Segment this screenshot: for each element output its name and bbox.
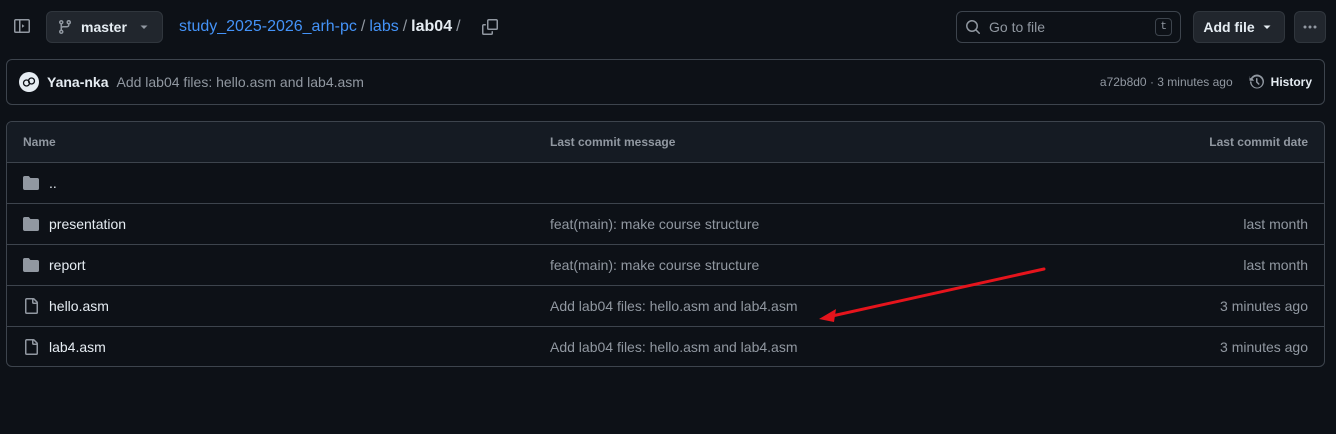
sidebar-expand-icon[interactable]: [12, 16, 32, 36]
repo-toolbar: master study_2025-2026_arh-pc / labs / l…: [0, 0, 1336, 54]
keyboard-shortcut-hint: t: [1155, 18, 1172, 36]
commit-message-link[interactable]: Add lab04 files: hello.asm and lab4.asm: [550, 339, 797, 355]
commit-message-link[interactable]: Add lab04 files: hello.asm and lab4.asm: [550, 298, 797, 314]
branch-name: master: [81, 19, 127, 35]
file-name-link[interactable]: presentation: [49, 216, 126, 232]
go-to-file-search[interactable]: t: [956, 11, 1181, 43]
more-options-button[interactable]: [1294, 11, 1326, 43]
file-name-link[interactable]: hello.asm: [49, 298, 109, 314]
avatar[interactable]: [19, 72, 39, 92]
commit-hash-time[interactable]: a72b8d0 · 3 minutes ago: [1100, 75, 1233, 89]
breadcrumb-separator: /: [402, 18, 408, 35]
breadcrumb-current: lab04: [411, 18, 453, 35]
commit-date: 3 minutes ago: [1220, 298, 1308, 314]
folder-icon: [23, 257, 39, 273]
caret-down-icon: [136, 19, 152, 35]
copy-path-icon[interactable]: [480, 17, 500, 37]
header-last-commit-date: Last commit date: [1209, 135, 1308, 149]
go-to-file-input[interactable]: [989, 19, 1148, 35]
table-row: hello.asm Add lab04 files: hello.asm and…: [7, 286, 1324, 327]
row-name-cell: report: [23, 257, 86, 273]
add-file-button[interactable]: Add file: [1193, 11, 1285, 43]
table-header: Name Last commit message Last commit dat…: [7, 122, 1324, 163]
commit-date: last month: [1243, 257, 1308, 273]
commit-author[interactable]: Yana-nka: [47, 74, 108, 90]
branch-selector-button[interactable]: master: [46, 11, 163, 43]
file-icon: [23, 339, 39, 355]
table-row-parent-dir[interactable]: ..: [7, 163, 1324, 204]
table-row: lab4.asm Add lab04 files: hello.asm and …: [7, 327, 1324, 366]
commit-message-link[interactable]: feat(main): make course structure: [550, 257, 759, 273]
breadcrumb-separator: /: [360, 18, 366, 35]
file-icon: [23, 298, 39, 314]
history-button[interactable]: History: [1249, 74, 1312, 90]
latest-commit-bar: Yana-nka Add lab04 files: hello.asm and …: [6, 59, 1325, 105]
file-table: Name Last commit message Last commit dat…: [6, 121, 1325, 367]
row-name-cell: lab4.asm: [23, 339, 106, 355]
row-name-cell: ..: [23, 175, 57, 191]
commit-date: last month: [1243, 216, 1308, 232]
breadcrumb-repo-link[interactable]: study_2025-2026_arh-pc: [179, 18, 357, 36]
breadcrumb-folder-link[interactable]: labs: [369, 18, 398, 36]
header-last-commit-message: Last commit message: [550, 135, 676, 149]
history-clock-icon: [1249, 74, 1265, 90]
add-file-label: Add file: [1203, 19, 1255, 35]
commit-message-link[interactable]: feat(main): make course structure: [550, 216, 759, 232]
table-row: report feat(main): make course structure…: [7, 245, 1324, 286]
history-label: History: [1270, 75, 1312, 89]
folder-icon: [23, 216, 39, 232]
commit-message[interactable]: Add lab04 files: hello.asm and lab4.asm: [116, 74, 1099, 90]
folder-icon: [23, 175, 39, 191]
table-row: presentation feat(main): make course str…: [7, 204, 1324, 245]
header-name: Name: [23, 135, 56, 149]
caret-down-icon: [1259, 19, 1275, 35]
search-icon: [965, 19, 981, 35]
row-name-cell: presentation: [23, 216, 126, 232]
file-name-link[interactable]: report: [49, 257, 86, 273]
breadcrumb: study_2025-2026_arh-pc / labs / lab04 /: [179, 16, 465, 38]
breadcrumb-separator: /: [456, 18, 461, 35]
commit-date: 3 minutes ago: [1220, 339, 1308, 355]
git-branch-icon: [57, 19, 73, 35]
file-name-link[interactable]: lab4.asm: [49, 339, 106, 355]
file-name-link[interactable]: ..: [49, 175, 57, 191]
row-name-cell: hello.asm: [23, 298, 109, 314]
kebab-horizontal-icon: [1302, 19, 1318, 35]
